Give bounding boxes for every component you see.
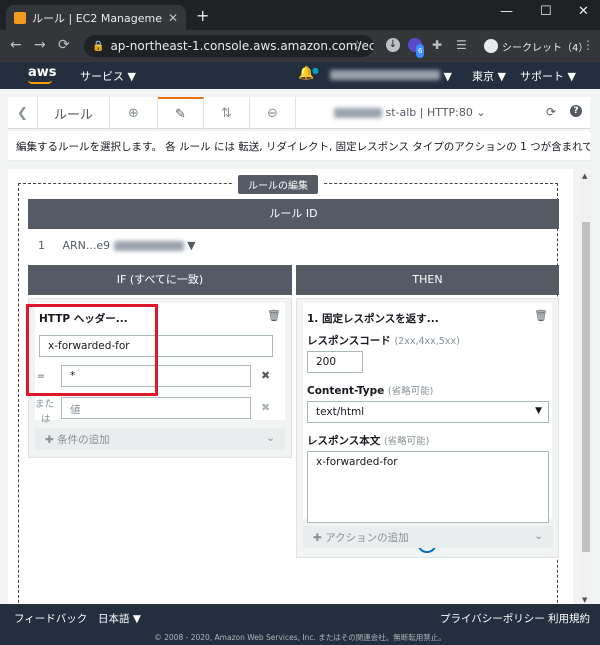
page-scrollbar[interactable]: ▲ ▼ xyxy=(580,172,592,604)
services-menu[interactable]: サービス ▼ xyxy=(80,68,136,84)
browser-tab-strip: ルール | EC2 Management Console ✕ + — ☐ ✕ xyxy=(0,0,600,30)
extension-badge-icon[interactable]: 6 xyxy=(408,38,425,58)
listener-label: st-alb | HTTP:80 ⌄ xyxy=(385,106,486,119)
account-menu[interactable]: ▼ xyxy=(330,70,452,83)
delete-condition-icon[interactable]: 🗑 xyxy=(267,309,281,322)
rule-id-header: ルール ID xyxy=(28,199,559,229)
action-card: 1. 固定レスポンスを返す... 🗑 レスポンスコード (2xx,4xx,5xx… xyxy=(303,303,552,553)
new-value-input[interactable]: 値 xyxy=(61,397,251,419)
refresh-icon[interactable]: ⟳ xyxy=(546,105,556,119)
maximize-icon[interactable]: ☐ xyxy=(540,4,552,19)
tab-title: ルール | EC2 Management Console xyxy=(32,11,162,25)
back-button[interactable]: ❮ xyxy=(8,97,38,129)
scrollbar-thumb[interactable] xyxy=(582,222,590,552)
scroll-up-icon[interactable]: ▲ xyxy=(582,172,587,180)
support-menu[interactable]: サポート ▼ xyxy=(520,68,576,84)
rule-number: 1 xyxy=(38,239,45,252)
rule-id-row[interactable]: 1 ARN...e9 ▼ xyxy=(38,239,196,252)
rule-editor-legend: ルールの編集 xyxy=(234,175,322,194)
select-arrow-icon: ▼ xyxy=(535,406,542,416)
close-tab-icon[interactable]: ✕ xyxy=(168,11,178,25)
response-code-label: レスポンスコード (2xx,4xx,5xx) xyxy=(307,335,460,347)
privacy-link[interactable]: プライバシーポリシー xyxy=(440,611,545,626)
remove-value-icon[interactable]: ✖ xyxy=(261,369,270,382)
response-code-input[interactable]: 200 xyxy=(307,351,363,373)
notification-dot-icon: ● xyxy=(312,66,319,75)
page-description: 編集するルールを選択します。 各 ルール には 転送, リダイレクト, 固定レス… xyxy=(8,131,590,161)
listener-selector[interactable]: st-alb | HTTP:80 ⌄ xyxy=(334,106,486,119)
add-rule-icon[interactable]: ⊕ xyxy=(110,97,158,129)
aws-console-nav: aws サービス ▼ 🔔 ● ▼ 東京 ▼ サポート ▼ xyxy=(0,62,600,89)
help-icon[interactable]: ? xyxy=(570,105,582,117)
new-tab-button[interactable]: + xyxy=(196,6,209,25)
response-body-label: レスポンス本文 (省略可能) xyxy=(307,435,430,447)
add-action-button[interactable]: ✚ アクションの追加 ⌄ xyxy=(303,526,553,548)
rule-id-dropdown-icon[interactable]: ▼ xyxy=(187,239,195,252)
extension-badge-count: 6 xyxy=(416,44,425,58)
window-close-icon[interactable]: ✕ xyxy=(578,4,589,19)
or-label-1: また xyxy=(35,399,55,410)
rules-toolbar: ❮ ルール ⊕ ✎ ⇅ ⊖ st-alb | HTTP:80 ⌄ ⟳ ? xyxy=(8,97,590,129)
add-condition-button[interactable]: ✚ 条件の追加 ⌄ xyxy=(35,428,285,450)
extension-download-icon[interactable]: ↓ xyxy=(386,38,400,52)
annotation-highlight-box xyxy=(26,304,158,396)
minimize-icon[interactable]: — xyxy=(500,4,513,19)
delete-action-icon[interactable]: 🗑 xyxy=(534,309,548,322)
add-condition-label: ✚ 条件の追加 xyxy=(45,434,110,446)
incognito-indicator[interactable]: シークレット（4） xyxy=(478,37,594,55)
page-title: ルール xyxy=(38,97,110,129)
feedback-link[interactable]: フィードバック xyxy=(14,611,87,626)
aws-logo[interactable]: aws xyxy=(28,65,57,80)
chevron-down-icon: ⌄ xyxy=(266,432,275,444)
if-header: IF (すべてに一致) xyxy=(28,265,292,295)
copyright-text: © 2008 - 2020, Amazon Web Services, Inc.… xyxy=(154,633,446,642)
lock-icon: 🔒 xyxy=(92,40,105,52)
legend-label: ルールの編集 xyxy=(238,175,318,194)
reading-list-icon[interactable]: ☰ xyxy=(456,38,467,52)
reload-icon[interactable]: ⟳ xyxy=(58,37,70,53)
response-body-textarea[interactable]: x-forwarded-for xyxy=(307,451,549,523)
incognito-label: シークレット（4） xyxy=(502,42,589,54)
extensions-puzzle-icon[interactable]: ✚ xyxy=(432,38,442,52)
browser-toolbar: ← → ⟳ 🔒 ap-northeast-1.console.aws.amazo… xyxy=(0,30,600,62)
forward-arrow-icon[interactable]: → xyxy=(34,37,46,53)
browser-tab[interactable]: ルール | EC2 Management Console ✕ xyxy=(6,5,186,30)
chevron-down-icon: ⌄ xyxy=(534,530,543,542)
aws-favicon-icon xyxy=(14,11,26,24)
rule-arn: ARN...e9 xyxy=(62,239,111,252)
back-arrow-icon[interactable]: ← xyxy=(10,37,22,53)
browser-menu-icon[interactable]: ⋮ xyxy=(582,38,594,52)
add-action-label: ✚ アクションの追加 xyxy=(313,532,409,544)
action-title[interactable]: 1. 固定レスポンスを返す... xyxy=(307,311,439,326)
scroll-down-icon[interactable]: ▼ xyxy=(582,596,587,604)
content-type-select[interactable]: text/html ▼ xyxy=(307,401,549,423)
bookmark-star-icon[interactable]: ☆ xyxy=(352,38,363,52)
action-panel: 1. 固定レスポンスを返す... 🗑 レスポンスコード (2xx,4xx,5xx… xyxy=(296,298,559,558)
language-selector[interactable]: 日本語 ▼ xyxy=(98,611,141,626)
url-text: ap-northeast-1.console.aws.amazon.com/ec… xyxy=(110,39,374,53)
address-bar[interactable]: 🔒 ap-northeast-1.console.aws.amazon.com/… xyxy=(84,35,374,57)
remove-rule-icon[interactable]: ⊖ xyxy=(250,97,296,129)
region-menu[interactable]: 東京 ▼ xyxy=(472,68,506,84)
or-label-2: は xyxy=(41,414,51,425)
edit-rule-icon[interactable]: ✎ xyxy=(158,97,204,129)
aws-logo-smile-icon xyxy=(28,80,52,84)
incognito-icon xyxy=(484,39,498,53)
remove-new-value-icon[interactable]: ✖ xyxy=(261,401,270,414)
content-type-value: text/html xyxy=(316,406,365,418)
console-footer: フィードバック 日本語 ▼ プライバシーポリシー 利用規約 © 2008 - 2… xyxy=(0,604,600,645)
then-header: THEN xyxy=(296,265,559,295)
terms-link[interactable]: 利用規約 xyxy=(548,611,590,626)
reorder-rules-icon[interactable]: ⇅ xyxy=(204,97,250,129)
content-type-label: Content-Type (省略可能) xyxy=(307,385,434,397)
